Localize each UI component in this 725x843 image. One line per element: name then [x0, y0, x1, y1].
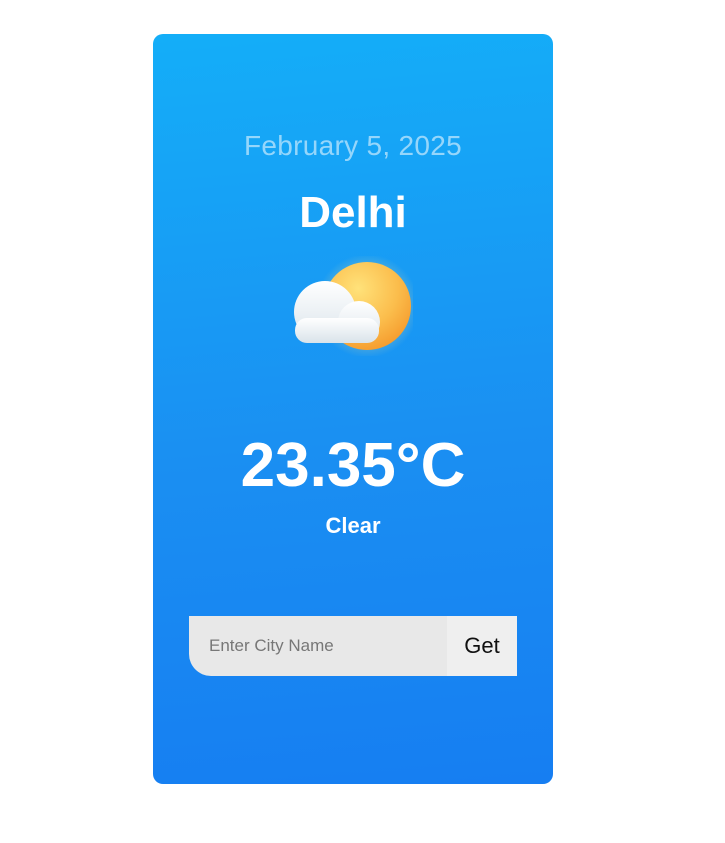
weather-card: February 5, 2025 Delhi 23.35°C Clear Ent… — [153, 34, 553, 784]
get-weather-button[interactable]: Get — [447, 616, 517, 676]
temperature-value: 23.35°C — [240, 431, 466, 500]
city-name: Delhi — [299, 188, 407, 237]
city-search-form: Get — [189, 616, 517, 676]
date-label: February 5, 2025 — [243, 130, 463, 161]
partly-cloudy-icon — [289, 254, 419, 358]
city-input[interactable] — [189, 616, 447, 676]
condition-label: Clear — [325, 513, 381, 538]
